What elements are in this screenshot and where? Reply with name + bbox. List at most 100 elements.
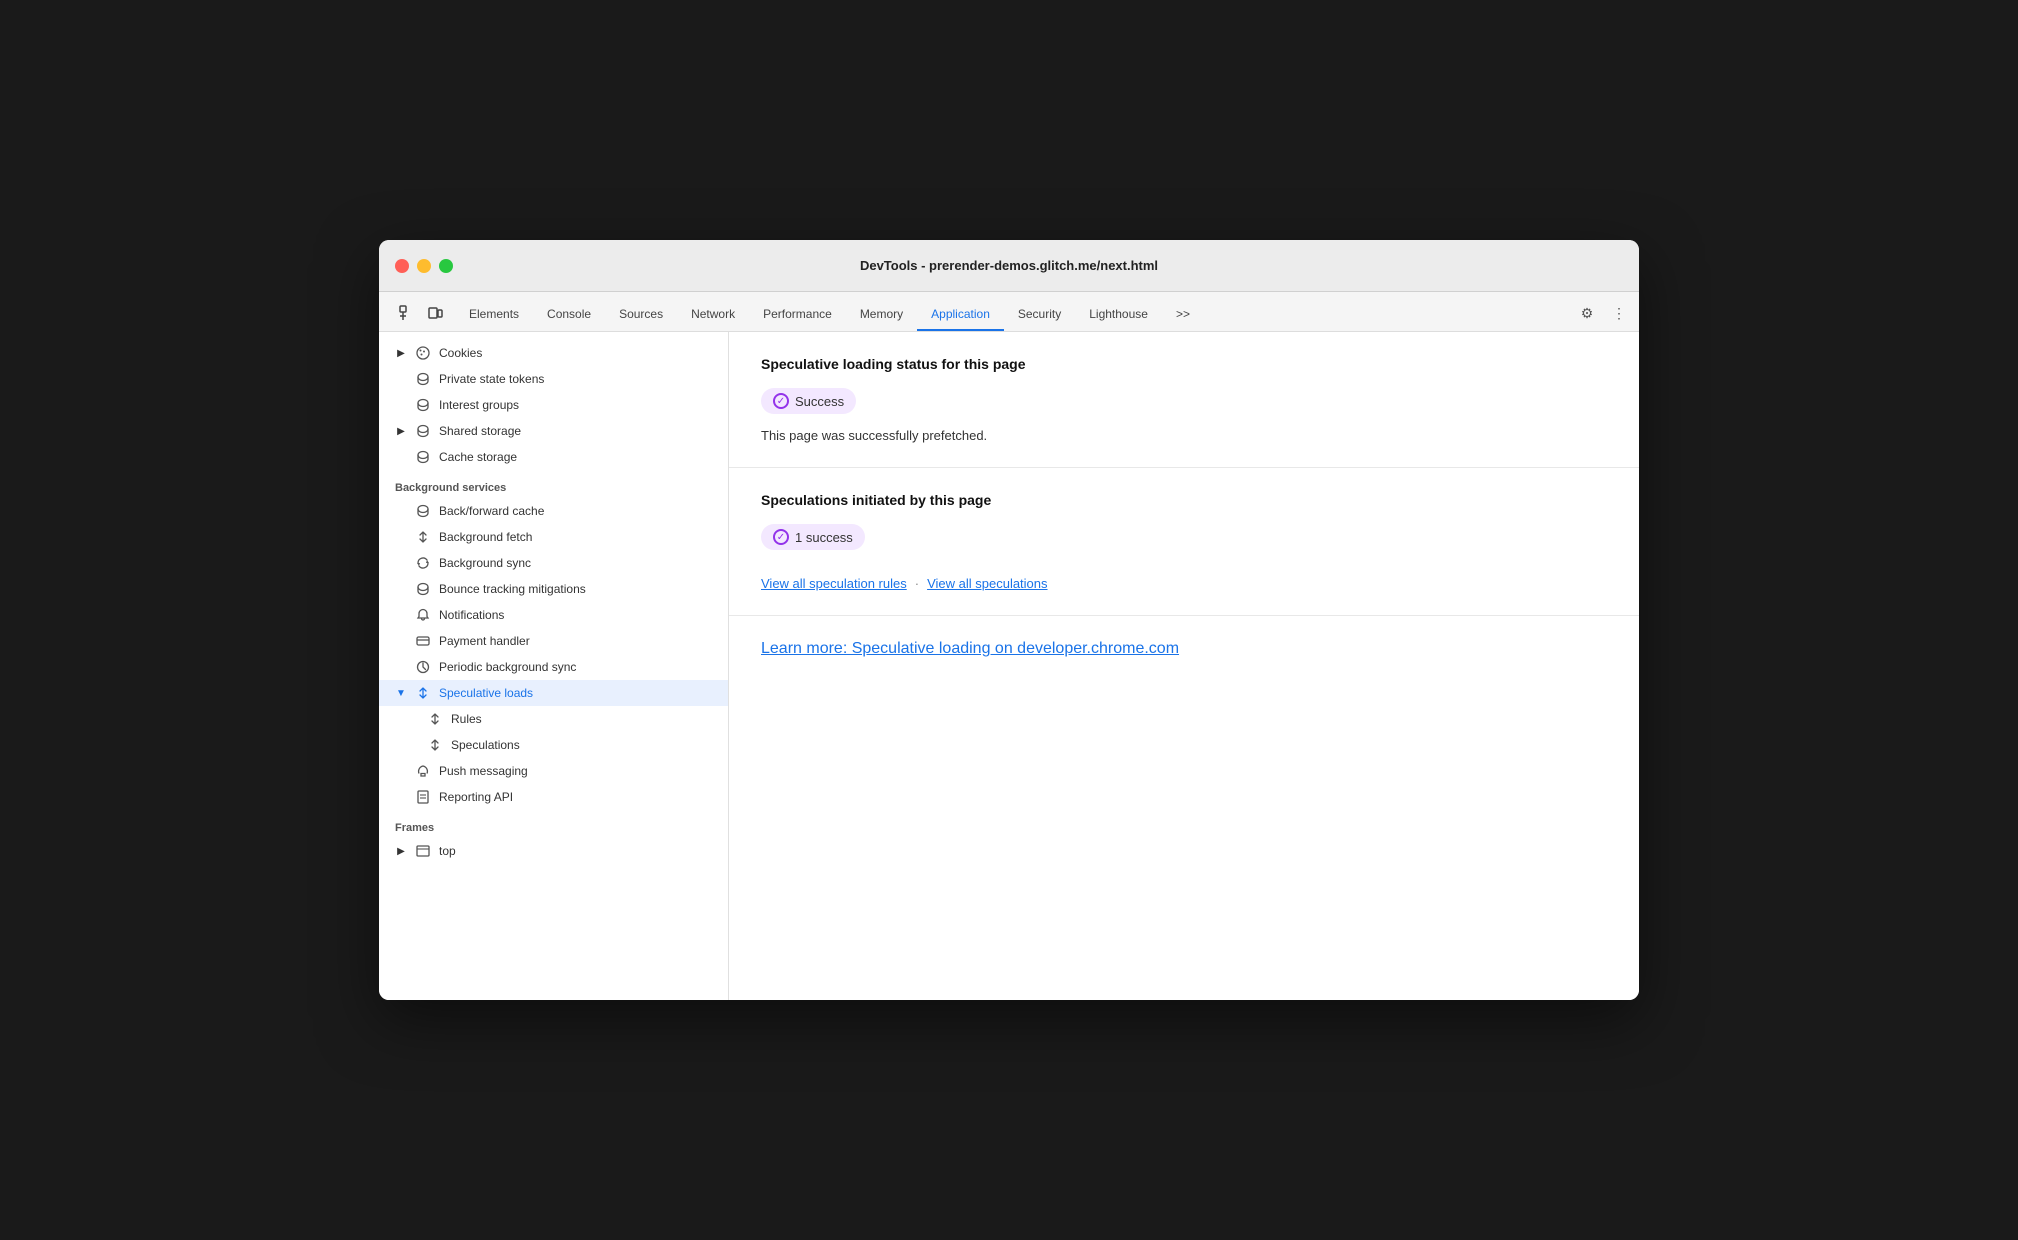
more-options-icon[interactable]: ⋮: [1607, 301, 1631, 325]
sidebar-item-background-fetch[interactable]: Background fetch: [379, 524, 728, 550]
sidebar-item-back-forward-cache[interactable]: Back/forward cache: [379, 498, 728, 524]
reporting-api-icon: [415, 789, 431, 805]
devtools-window: DevTools - prerender-demos.glitch.me/nex…: [379, 240, 1639, 1000]
main-content: ▶ Cookies: [379, 332, 1639, 1000]
success-checkmark-icon: ✓: [773, 393, 789, 409]
sidebar-item-payment-handler[interactable]: Payment handler: [379, 628, 728, 654]
frames-section-label: Frames: [379, 810, 728, 838]
sidebar-item-cache-storage[interactable]: Cache storage: [379, 444, 728, 470]
minimize-button[interactable]: [417, 259, 431, 273]
sidebar-item-top-frame[interactable]: ▶ top: [379, 838, 728, 864]
background-sync-label: Background sync: [439, 556, 531, 570]
cache-storage-icon: [415, 449, 431, 465]
periodic-background-sync-icon: [415, 659, 431, 675]
sidebar-item-bounce-tracking[interactable]: Bounce tracking mitigations: [379, 576, 728, 602]
shared-storage-label: Shared storage: [439, 424, 521, 438]
view-all-speculations-link[interactable]: View all speculations: [927, 576, 1047, 591]
sidebar-item-reporting-api[interactable]: Reporting API: [379, 784, 728, 810]
back-forward-cache-icon: [415, 503, 431, 519]
success-badge: ✓ Success: [761, 388, 856, 414]
speculative-loading-status-section: Speculative loading status for this page…: [729, 332, 1639, 468]
interest-groups-label: Interest groups: [439, 398, 519, 412]
sidebar-item-notifications[interactable]: Notifications: [379, 602, 728, 628]
background-fetch-label: Background fetch: [439, 530, 532, 544]
back-forward-cache-label: Back/forward cache: [439, 504, 544, 518]
sidebar-item-push-messaging[interactable]: Push messaging: [379, 758, 728, 784]
sidebar-item-rules[interactable]: Rules: [379, 706, 728, 732]
bounce-tracking-icon: [415, 581, 431, 597]
background-services-label: Background services: [379, 470, 728, 498]
device-toolbar-icon[interactable]: [423, 301, 447, 325]
reporting-api-label: Reporting API: [439, 790, 513, 804]
background-sync-icon: [415, 555, 431, 571]
top-frame-label: top: [439, 844, 456, 858]
tab-more[interactable]: >>: [1162, 299, 1204, 331]
maximize-button[interactable]: [439, 259, 453, 273]
tab-lighthouse[interactable]: Lighthouse: [1075, 299, 1162, 331]
learn-more-section: Learn more: Speculative loading on devel…: [729, 616, 1639, 682]
tab-performance[interactable]: Performance: [749, 299, 846, 331]
tab-elements[interactable]: Elements: [455, 299, 533, 331]
sidebar-item-speculative-loads[interactable]: ▼ Speculative loads: [379, 680, 728, 706]
private-state-tokens-icon: [415, 371, 431, 387]
traffic-lights: [395, 259, 453, 273]
window-title: DevTools - prerender-demos.glitch.me/nex…: [860, 258, 1158, 273]
tab-sources[interactable]: Sources: [605, 299, 677, 331]
periodic-background-sync-label: Periodic background sync: [439, 660, 576, 674]
sidebar-item-shared-storage[interactable]: ▶ Shared storage: [379, 418, 728, 444]
speculative-loads-icon: [415, 685, 431, 701]
sidebar-item-background-sync[interactable]: Background sync: [379, 550, 728, 576]
sidebar-item-periodic-background-sync[interactable]: Periodic background sync: [379, 654, 728, 680]
one-success-checkmark-icon: ✓: [773, 529, 789, 545]
sidebar-item-speculations[interactable]: Speculations: [379, 732, 728, 758]
speculations-initiated-title: Speculations initiated by this page: [761, 492, 1607, 508]
rules-icon: [427, 711, 443, 727]
learn-more-link[interactable]: Learn more: Speculative loading on devel…: [761, 640, 1179, 657]
cache-storage-label: Cache storage: [439, 450, 517, 464]
tab-console[interactable]: Console: [533, 299, 605, 331]
push-messaging-label: Push messaging: [439, 764, 528, 778]
title-bar: DevTools - prerender-demos.glitch.me/nex…: [379, 240, 1639, 292]
shared-storage-expand-icon: ▶: [395, 425, 407, 437]
tab-network[interactable]: Network: [677, 299, 749, 331]
settings-icon[interactable]: ⚙: [1575, 301, 1599, 325]
bounce-tracking-label: Bounce tracking mitigations: [439, 582, 586, 596]
sidebar-item-private-state-tokens[interactable]: Private state tokens: [379, 366, 728, 392]
speculations-label: Speculations: [451, 738, 520, 752]
speculations-initiated-section: Speculations initiated by this page ✓ 1 …: [729, 468, 1639, 616]
top-frame-icon: [415, 843, 431, 859]
notifications-icon: [415, 607, 431, 623]
push-messaging-icon: [415, 763, 431, 779]
shared-storage-icon: [415, 423, 431, 439]
payment-handler-label: Payment handler: [439, 634, 530, 648]
speculations-icon: [427, 737, 443, 753]
top-frame-expand-icon: ▶: [395, 845, 407, 857]
toolbar-right-icons: ⚙ ⋮: [1575, 301, 1631, 331]
interest-groups-icon: [415, 397, 431, 413]
payment-handler-icon: [415, 633, 431, 649]
one-success-badge-label: 1 success: [795, 530, 853, 545]
close-button[interactable]: [395, 259, 409, 273]
cookies-icon: [415, 345, 431, 361]
sidebar: ▶ Cookies: [379, 332, 729, 1000]
tab-security[interactable]: Security: [1004, 299, 1075, 331]
cookies-label: Cookies: [439, 346, 482, 360]
rules-label: Rules: [451, 712, 482, 726]
speculative-loads-label: Speculative loads: [439, 686, 533, 700]
private-state-tokens-label: Private state tokens: [439, 372, 544, 386]
links-row: View all speculation rules · View all sp…: [761, 576, 1607, 591]
tab-memory[interactable]: Memory: [846, 299, 917, 331]
tab-bar: Elements Console Sources Network Perform…: [379, 292, 1639, 332]
sidebar-item-interest-groups[interactable]: Interest groups: [379, 392, 728, 418]
inspect-element-icon[interactable]: [395, 301, 419, 325]
dot-separator: ·: [915, 576, 919, 591]
tab-application[interactable]: Application: [917, 299, 1004, 331]
speculative-loading-description: This page was successfully prefetched.: [761, 428, 1607, 443]
speculative-loads-expand-icon: ▼: [395, 687, 407, 699]
content-panel: Speculative loading status for this page…: [729, 332, 1639, 1000]
view-all-speculation-rules-link[interactable]: View all speculation rules: [761, 576, 907, 591]
background-fetch-icon: [415, 529, 431, 545]
notifications-label: Notifications: [439, 608, 504, 622]
sidebar-item-cookies[interactable]: ▶ Cookies: [379, 340, 728, 366]
toolbar-icons: [387, 301, 455, 331]
